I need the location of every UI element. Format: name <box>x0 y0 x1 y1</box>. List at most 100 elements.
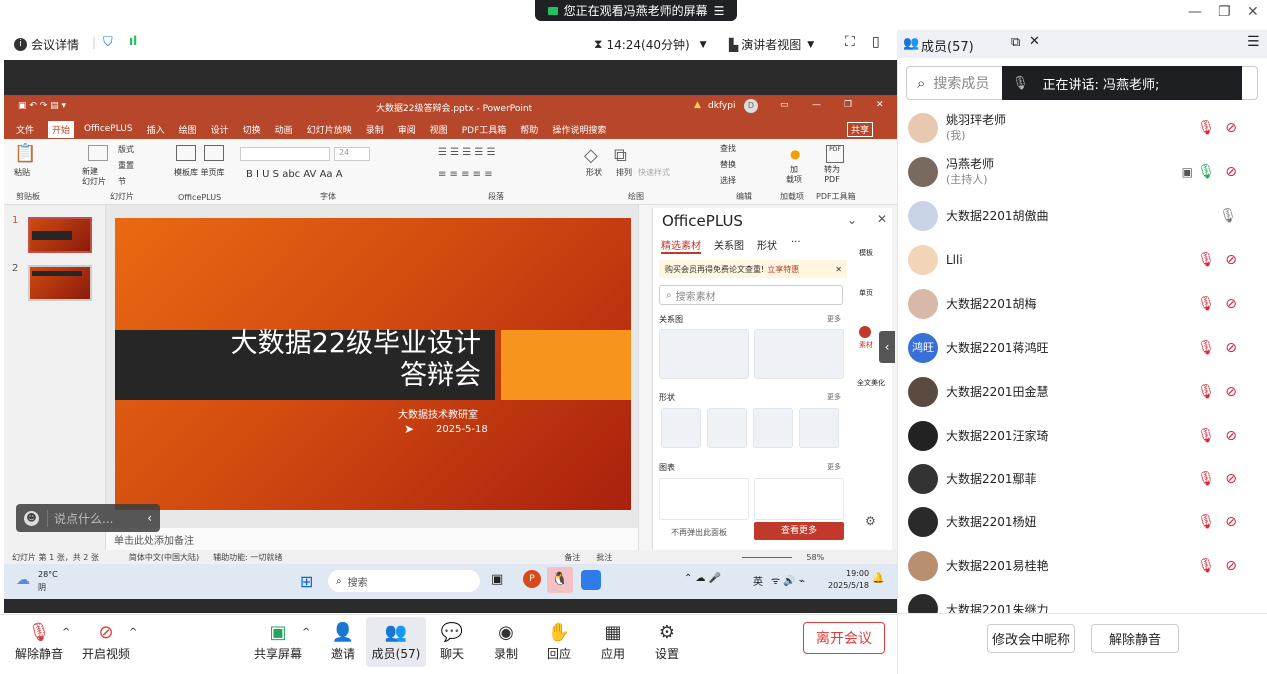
tray-icons[interactable]: ⌃ ☁ 🎤 <box>684 573 721 584</box>
invite-button[interactable]: 👤 邀请 <box>313 621 373 662</box>
member-row[interactable]: 大数据2201田金慧 🎙 ⊘ <box>897 370 1267 414</box>
chat-button[interactable]: 💬 聊天 <box>422 621 482 662</box>
powerpoint-icon[interactable]: P <box>523 570 541 588</box>
arrange-icon[interactable]: ⧉ <box>614 145 627 166</box>
chevron-up-icon[interactable]: ^ <box>302 627 310 638</box>
banner-menu-icon[interactable]: ☰ <box>714 4 725 18</box>
popout-icon[interactable]: ⧉ <box>1011 35 1020 50</box>
ppt-tab-home[interactable]: 开始 <box>48 120 75 138</box>
fullscreen-icon[interactable]: ⛶ <box>845 34 855 50</box>
side-beautify[interactable]: 全文美化 <box>857 378 885 388</box>
weather-icon[interactable]: ☁ <box>16 572 30 588</box>
mic-off-icon[interactable]: 🎙 <box>1197 558 1215 574</box>
members-button[interactable]: 👥 成员(57) <box>366 617 426 667</box>
paste-icon[interactable]: 📋 <box>14 143 36 164</box>
ppt-maximize-icon[interactable]: ❐ <box>844 100 852 110</box>
paragraph-icons[interactable]: ☰ ☰ ☰ ☰ ☰ <box>438 147 496 158</box>
language[interactable]: 简体中文(中国大陆) <box>129 552 199 563</box>
camera-off-icon[interactable]: ⊘ <box>1225 514 1237 530</box>
side-material[interactable]: 素材 <box>859 340 873 350</box>
shape-button[interactable]: 形状 <box>586 167 602 178</box>
new-slide-button[interactable]: 新建 幻灯片 <box>82 167 106 187</box>
member-row[interactable]: 大数据2201胡傲曲 🎙 <box>897 194 1267 238</box>
mute-button[interactable]: 🎙 解除静音 <box>9 621 69 662</box>
font-format-icons[interactable]: B I U S abc AV Aa A <box>246 169 343 180</box>
camera-off-icon[interactable]: ⊘ <box>1225 164 1237 180</box>
member-row[interactable]: 大数据2201胡梅 🎙 ⊘ <box>897 282 1267 326</box>
ppt-tab[interactable]: 设计 <box>211 123 229 136</box>
tencent-meeting-icon[interactable] <box>581 570 601 590</box>
chart-card[interactable] <box>659 478 749 520</box>
ppt-tab[interactable]: 视图 <box>430 123 448 136</box>
notes-toggle[interactable]: 备注 <box>564 552 580 563</box>
camera-off-icon[interactable]: ⊘ <box>1225 340 1237 356</box>
user-avatar[interactable]: D <box>744 99 758 113</box>
member-row[interactable]: 大数据2201汪家琦 🎙 ⊘ <box>897 414 1267 458</box>
ppt-tab[interactable]: 帮助 <box>520 123 538 136</box>
no-popup-option[interactable]: 不再弹出此面板 <box>671 527 727 538</box>
find-button[interactable]: 查找 <box>720 143 736 154</box>
to-pdf-button[interactable]: 转为 PDF <box>824 165 840 185</box>
chat-input[interactable]: ☻ 说点什么... ‹ <box>16 504 160 532</box>
mic-off-icon[interactable]: 🎙 <box>1197 296 1215 312</box>
mic-off-icon[interactable]: 🎙 <box>1197 471 1215 487</box>
template-button[interactable]: 模板库 单页库 <box>174 167 225 178</box>
diagram-card[interactable] <box>659 329 749 379</box>
slide-thumbnail[interactable] <box>28 217 92 253</box>
reset-button[interactable]: 重置 <box>118 160 134 171</box>
clock-date[interactable]: 2025/5/18 <box>828 581 869 590</box>
maximize-icon[interactable]: ❐ <box>1218 4 1231 20</box>
camera-off-icon[interactable]: ⊘ <box>1225 296 1237 312</box>
unmute-button[interactable]: 解除静音 <box>1091 624 1179 653</box>
align-icons[interactable]: ≡ ≡ ≡ ≡ ≡ <box>438 169 493 180</box>
material-icon[interactable] <box>859 326 871 338</box>
slide-subtitle[interactable]: 大数据技术教研室 <box>398 406 478 421</box>
panel-menu-icon[interactable]: ☰ <box>1247 34 1260 50</box>
op-tab-diagram[interactable]: 关系图 <box>714 237 744 252</box>
select-button[interactable]: 选择 <box>720 175 736 186</box>
ppt-tab-search[interactable]: 操作说明搜索 <box>552 123 606 136</box>
mic-off-icon[interactable]: 🎙 <box>1197 340 1215 356</box>
material-search[interactable]: ⌕ 搜索素材 <box>659 285 843 305</box>
slide-scrollbar[interactable] <box>638 205 650 550</box>
meeting-details-button[interactable]: i 会议详情 <box>14 36 79 53</box>
clock-time[interactable]: 19:00 <box>846 569 869 578</box>
ppt-tab[interactable]: 绘图 <box>179 123 197 136</box>
ribbon-display-icon[interactable]: ▭ <box>780 100 789 110</box>
emoji-icon[interactable]: ☻ <box>24 510 39 526</box>
shape-card[interactable] <box>707 408 747 448</box>
camera-off-icon[interactable]: ⊘ <box>1225 252 1237 268</box>
mic-off-icon[interactable]: 🎙 <box>1197 428 1215 444</box>
side-panel-toggle[interactable]: ‹ <box>879 331 895 363</box>
slide-title[interactable]: 大数据22级毕业设计 答辩会 <box>231 328 481 392</box>
chevron-up-icon[interactable]: ^ <box>129 627 137 638</box>
settings-icon[interactable]: ⚙ <box>865 514 876 528</box>
more-link[interactable]: 更多 <box>827 314 841 324</box>
op-tab-more[interactable]: ··· <box>791 237 801 248</box>
record-button[interactable]: ◉ 录制 <box>476 621 536 662</box>
taskbar-search[interactable]: ⌕ 搜索 <box>328 570 480 592</box>
start-icon[interactable]: ⊞ <box>300 572 313 591</box>
new-slide-icon[interactable] <box>88 145 108 161</box>
addin-button[interactable]: 加 载项 <box>786 165 802 185</box>
minimize-icon[interactable]: — <box>1188 4 1202 20</box>
member-row[interactable]: 姚羽玶老师 (我) 🎙 ⊘ <box>897 106 1267 150</box>
camera-off-icon[interactable]: ⊘ <box>1225 471 1237 487</box>
shape-card[interactable] <box>799 408 839 448</box>
react-button[interactable]: ✋ 回应 <box>529 621 589 662</box>
panel-close-icon[interactable]: ✕ <box>1029 34 1040 49</box>
meeting-timer[interactable]: ⧗ 14:24(40分钟) ▼ <box>594 36 707 53</box>
slide[interactable]: 大数据22级毕业设计 答辩会 大数据技术教研室 2025-5-18 ➤ <box>115 218 631 510</box>
screen-share-banner[interactable]: 您正在观看冯燕老师的屏幕 ☰ <box>535 0 737 21</box>
leave-meeting-button[interactable]: 离开会议 <box>803 622 885 654</box>
ppt-tab[interactable]: OfficePLUS <box>84 124 133 134</box>
mic-off-icon[interactable]: 🎙 <box>1197 120 1215 136</box>
paste-button[interactable]: 粘贴 <box>14 167 30 178</box>
ppt-tab[interactable]: PDF工具箱 <box>462 123 507 136</box>
chart-card[interactable] <box>754 478 844 520</box>
ppt-minimize-icon[interactable]: — <box>812 100 821 110</box>
shape-icon[interactable]: ◇ <box>584 145 598 166</box>
settings-button[interactable]: ⚙ 设置 <box>637 621 697 662</box>
close-icon[interactable]: ✕ <box>1247 4 1259 20</box>
op-tab-shape[interactable]: 形状 <box>757 237 777 252</box>
